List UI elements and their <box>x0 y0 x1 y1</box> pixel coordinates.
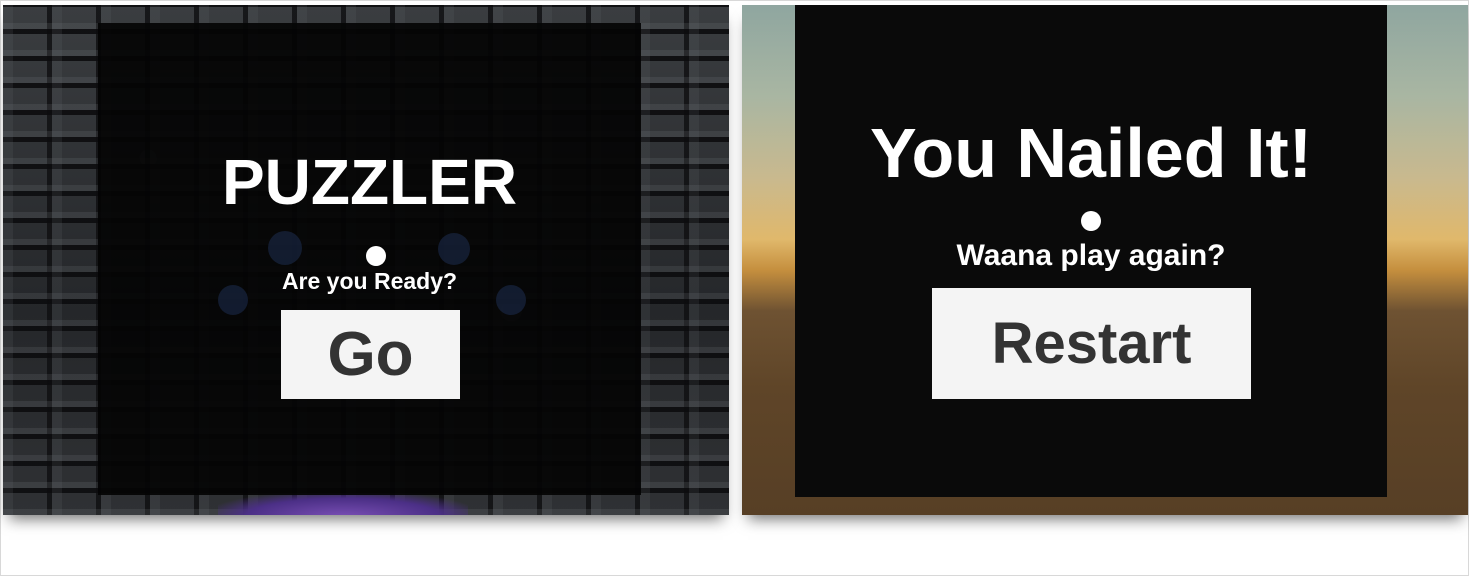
restart-button[interactable]: Restart <box>932 288 1251 399</box>
start-menu-card: PUZZLER Are you Ready? Go <box>98 23 641 495</box>
game-title: PUZZLER <box>221 146 518 218</box>
win-title: You Nailed It! <box>869 114 1313 192</box>
indicator-dot <box>366 246 386 266</box>
figure-frame: PUZZLER Are you Ready? Go You Nailed It!… <box>0 0 1469 576</box>
faint-circle <box>268 231 302 265</box>
ready-prompt: Are you Ready? <box>281 268 458 294</box>
go-button[interactable]: Go <box>281 310 460 399</box>
faint-circle <box>438 233 470 265</box>
indicator-dot <box>1081 211 1101 231</box>
purple-glow <box>218 493 468 515</box>
play-again-prompt: Waana play again? <box>956 239 1226 272</box>
end-screen-panel: You Nailed It! Waana play again? Restart <box>742 5 1468 515</box>
end-menu-card: You Nailed It! Waana play again? Restart <box>795 5 1387 497</box>
start-screen-panel: PUZZLER Are you Ready? Go <box>3 5 729 515</box>
